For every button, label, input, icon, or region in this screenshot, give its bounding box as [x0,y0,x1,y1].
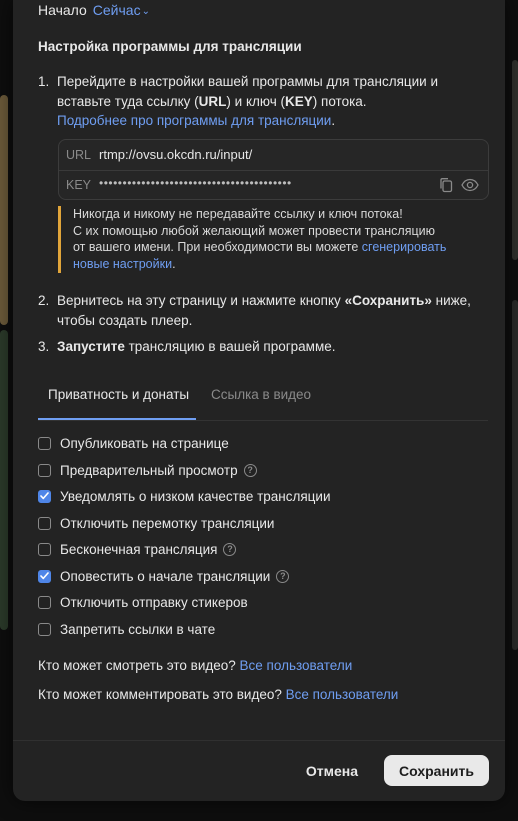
start-label: Начало [38,2,87,18]
option-label: Бесконечная трансляция [60,541,218,557]
option-disable-stickers[interactable]: Отключить отправку стикеров [38,592,248,612]
check-icon [40,572,49,580]
warning-line: С их помощью любой желающий может провес… [73,223,436,238]
tab-privacy[interactable]: Приватность и донаты [48,387,189,402]
step-2: 2. Вернитесь на эту страницу и нажмите к… [38,291,488,330]
save-button[interactable]: Сохранить [384,755,489,786]
who-can-comment-row: Кто может комментировать это видео? Все … [38,687,398,702]
step-1-line2: вставьте туда ссылку (URL) и ключ (KEY) … [57,92,488,112]
key-term: KEY [285,93,313,109]
step-2-line2: чтобы создать плеер. [57,312,193,328]
active-tab-indicator [38,418,196,420]
option-label: Опубликовать на странице [60,435,229,451]
regenerate-settings-link[interactable]: новые настройки [73,257,172,271]
checkbox[interactable] [38,463,51,477]
launch-term: Запустите [57,339,125,354]
question-label: Кто может смотреть это видео? [38,658,236,673]
eye-icon[interactable] [460,175,480,195]
option-preview[interactable]: Предварительный просмотр ? [38,460,257,480]
option-disable-rewind[interactable]: Отключить перемотку трансляции [38,513,274,533]
warning-line: новые настройки. [73,256,483,273]
step-text: . [331,113,336,128]
key-field[interactable]: ••••••••••••••••••••••••••••••••••••••••… [99,176,292,190]
option-publish[interactable]: Опубликовать на странице [38,433,229,453]
who-can-comment-select[interactable]: Все пользователи [286,687,399,702]
checkbox[interactable] [38,436,51,450]
tab-link-in-video[interactable]: Ссылка в видео [211,387,311,402]
checkbox-checked[interactable] [38,489,51,503]
option-notify-start[interactable]: Оповестить о начале трансляции ? [38,566,290,586]
streaming-software-link[interactable]: Подробнее про программы для трансляции [57,113,331,128]
stream-credentials-box: URL rtmp://ovsu.okcdn.ru/input/ KEY ••••… [58,139,489,200]
warning-line: Никогда и никому не передавайте ссылку и… [73,207,403,221]
step-text: Вернитесь на эту страницу и нажмите кноп… [57,293,345,308]
warning-text: . [172,256,176,271]
step-text: ниже, [431,293,471,308]
warning-text: от вашего имени. При необходимости вы мо… [73,240,362,254]
warning-line: от вашего имени. При необходимости вы мо… [73,239,483,256]
help-icon[interactable]: ? [276,569,290,583]
key-label: KEY [66,178,92,192]
background-thumbnail [0,330,8,630]
chevron-down-icon: ⌄ [141,6,150,17]
settings-tabs: Приватность и донаты Ссылка в видео [38,380,488,421]
cancel-button[interactable]: Отмена [294,756,370,786]
step-2-line1: Вернитесь на эту страницу и нажмите кноп… [57,291,488,311]
url-field[interactable]: rtmp://ovsu.okcdn.ru/input/ [99,147,252,162]
regenerate-settings-link[interactable]: сгенерировать [362,240,447,254]
checkbox[interactable] [38,516,51,530]
option-label: Оповестить о начале трансляции [60,568,271,584]
step-3: 3. Запустите трансляцию в вашей программ… [38,337,488,357]
save-term: «Сохранить» [344,293,432,308]
background-thumbnail [512,60,518,260]
who-can-watch-select[interactable]: Все пользователи [240,658,353,673]
step-text: трансляцию в вашей программе. [124,339,336,354]
step-number: 1. [38,74,50,89]
step-number: 3. [38,339,50,354]
url-label: URL [66,148,92,162]
start-time-row: Начало Сейчас⌄ [38,2,150,18]
step-number: 2. [38,293,50,308]
question-label: Кто может комментировать это видео? [38,687,282,702]
section-title: Настройка программы для трансляции [38,39,302,54]
start-time-select[interactable]: Сейчас⌄ [93,2,150,18]
option-label: Уведомлять о низком качестве трансляции [60,488,331,504]
step-text: вставьте туда ссылку ( [57,93,199,109]
copy-icon[interactable] [436,175,456,195]
option-endless-stream[interactable]: Бесконечная трансляция ? [38,539,237,559]
checkbox[interactable] [38,595,51,609]
step-1-line3: Подробнее про программы для трансляции. [57,111,488,131]
step-1: 1. Перейдите в настройки вашей программы… [38,72,488,131]
who-can-watch-row: Кто может смотреть это видео? Все пользо… [38,658,352,673]
option-forbid-links[interactable]: Запретить ссылки в чате [38,619,215,639]
security-warning: Никогда и никому не передавайте ссылку и… [58,206,483,273]
help-icon[interactable]: ? [243,463,257,477]
option-label: Запретить ссылки в чате [60,621,216,637]
option-label: Отключить перемотку трансляции [60,515,275,531]
background-thumbnail [0,95,8,325]
url-term: URL [198,93,227,109]
checkbox[interactable] [38,622,51,636]
help-icon[interactable]: ? [223,542,237,556]
footer-divider [13,740,505,741]
background-thumbnail [512,300,518,650]
step-text: ) потока. [312,93,367,109]
checkbox-checked[interactable] [38,569,51,583]
step-text: ) и ключ ( [226,93,286,109]
option-label: Предварительный просмотр [60,462,238,478]
check-icon [40,492,49,500]
stream-settings-modal: Начало Сейчас⌄ Настройка программы для тр… [13,0,505,801]
option-low-quality-notify[interactable]: Уведомлять о низком качестве трансляции [38,486,331,506]
divider [59,170,488,171]
step-1-line1: Перейдите в настройки вашей программы дл… [57,74,439,89]
start-time-value: Сейчас [92,2,141,18]
checkbox[interactable] [38,542,51,556]
option-label: Отключить отправку стикеров [60,594,248,610]
